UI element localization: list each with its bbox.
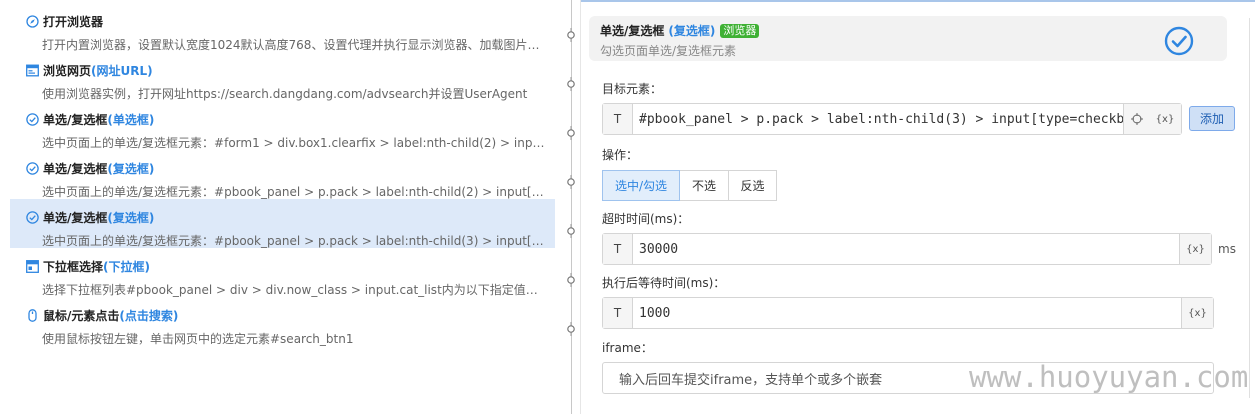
timeout-field[interactable]: T 30000 {x} bbox=[602, 233, 1212, 265]
browser-badge: 浏览器 bbox=[720, 23, 760, 38]
flow-node-icon[interactable] bbox=[566, 125, 576, 140]
text-type-toggle[interactable]: T bbox=[603, 298, 633, 328]
step-item-description: 选择下拉框列表#pbook_panel > div > div.now_clas… bbox=[42, 283, 546, 297]
step-item-tag: (单选框) bbox=[107, 112, 155, 127]
step-item-header: 下拉框选择 (下拉框) bbox=[26, 257, 555, 275]
step-item-header: 打开浏览器 bbox=[26, 12, 555, 30]
check-circle-icon bbox=[1164, 26, 1194, 56]
panel-top-border bbox=[581, 0, 1255, 2]
step-item[interactable]: 打开浏览器打开内置浏览器，设置默认宽度1024默认高度768、设置代理并执行显示… bbox=[10, 3, 555, 52]
step-item[interactable]: 单选/复选框 (单选框) 选中页面上的单选/复选框元素：#form1 > div.b… bbox=[10, 101, 555, 150]
watermark-text: www.huoyuyan.com bbox=[969, 360, 1249, 394]
flow-node-icon[interactable] bbox=[566, 321, 576, 336]
step-item-title: 单选/复选框 bbox=[43, 112, 108, 127]
target-element-label: 目标元素： bbox=[602, 82, 663, 96]
wait-input[interactable]: 1000 bbox=[633, 306, 1181, 321]
step-item[interactable]: 单选/复选框 (复选框) 选中页面上的单选/复选框元素：#pbook_panel >… bbox=[10, 150, 555, 199]
variable-button[interactable]: {x} bbox=[1179, 234, 1211, 264]
op-uncheck-button[interactable]: 不选 bbox=[679, 170, 729, 201]
add-button[interactable]: 添加 bbox=[1189, 106, 1235, 131]
step-item-title: 单选/复选框 bbox=[43, 210, 108, 225]
target-element-input[interactable]: #pbook_panel > p.pack > label:nth-child(… bbox=[633, 112, 1123, 127]
step-item[interactable]: 浏览网页 (网址URL) 使用浏览器实例，打开网址https://search.da… bbox=[10, 52, 555, 101]
flow-node-icon[interactable] bbox=[566, 272, 576, 287]
step-item-description: 使用鼠标按钮左键，单击网页中的选定元素#search_btn1 bbox=[42, 332, 354, 346]
target-element-field[interactable]: T #pbook_panel > p.pack > label:nth-chil… bbox=[602, 103, 1182, 135]
browser-window-icon bbox=[26, 64, 39, 77]
compass-icon bbox=[26, 14, 39, 28]
crosshair-picker-icon[interactable] bbox=[1123, 104, 1149, 134]
operation-segmented-control: 选中/勾选 不选 反选 bbox=[602, 170, 777, 201]
op-check-button[interactable]: 选中/勾选 bbox=[602, 170, 680, 201]
properties-panel: 单选/复选框 (复选框) 浏览器 勾选页面单选/复选框元素 目标元素： T #p… bbox=[580, 0, 1255, 414]
operation-label: 操作： bbox=[602, 148, 639, 162]
check-circle-icon bbox=[26, 161, 39, 175]
step-item-tag: (下拉框) bbox=[103, 259, 150, 274]
step-item-title: 鼠标/元素点击 bbox=[43, 308, 120, 323]
mouse-icon bbox=[26, 308, 39, 322]
step-item-description: 选中页面上的单选/复选框元素：#pbook_panel > p.pack > l… bbox=[42, 185, 546, 199]
variable-button[interactable]: {x} bbox=[1181, 298, 1213, 328]
timeout-unit: ms bbox=[1218, 242, 1236, 256]
step-item-header: 鼠标/元素点击 (点击搜索) bbox=[26, 306, 555, 324]
step-item[interactable]: 下拉框选择 (下拉框) 选择下拉框列表#pbook_panel > div > di… bbox=[10, 248, 555, 297]
timeout-input[interactable]: 30000 bbox=[633, 242, 1179, 257]
step-item-description: 使用浏览器实例，打开网址https://search.dangdang.com/… bbox=[42, 87, 528, 101]
text-type-toggle[interactable]: T bbox=[603, 234, 633, 264]
flow-connector-line bbox=[571, 0, 572, 414]
step-item-tag: (网址URL) bbox=[91, 63, 153, 78]
text-type-toggle[interactable]: T bbox=[603, 104, 633, 134]
step-item-header: 浏览网页 (网址URL) bbox=[26, 61, 555, 79]
step-item-description: 选中页面上的单选/复选框元素：#form1 > div.box1.clearfi… bbox=[42, 136, 546, 150]
check-circle-icon bbox=[26, 112, 39, 126]
step-item[interactable]: 单选/复选框 (复选框) 选中页面上的单选/复选框元素：#pbook_panel >… bbox=[10, 199, 555, 248]
step-item-description: 选中页面上的单选/复选框元素：#pbook_panel > p.pack > l… bbox=[42, 234, 546, 248]
step-item-tag: (点击搜索) bbox=[119, 308, 179, 323]
step-item-title: 下拉框选择 bbox=[43, 259, 104, 274]
iframe-label: iframe： bbox=[602, 341, 653, 355]
op-toggle-button[interactable]: 反选 bbox=[728, 170, 777, 201]
timeout-label: 超时时间(ms)： bbox=[602, 212, 690, 226]
step-item-tag: (复选框) bbox=[107, 161, 155, 176]
step-header-tag: (复选框) bbox=[668, 24, 716, 38]
check-circle-icon bbox=[26, 210, 39, 224]
dropdown-icon bbox=[26, 259, 39, 273]
panel-scroll-edge bbox=[1249, 18, 1250, 398]
step-item-header: 单选/复选框 (复选框) bbox=[26, 208, 555, 226]
step-item-title: 浏览网页 bbox=[43, 63, 92, 78]
step-item-header: 单选/复选框 (单选框) bbox=[26, 110, 555, 128]
step-item-title: 打开浏览器 bbox=[43, 14, 104, 29]
step-header-subtitle: 勾选页面单选/复选框元素 bbox=[600, 44, 737, 58]
step-item-description: 打开内置浏览器，设置默认宽度1024默认高度768、设置代理并执行显示浏览器、加… bbox=[42, 38, 546, 52]
flow-node-icon[interactable] bbox=[566, 27, 576, 42]
step-item-header: 单选/复选框 (复选框) bbox=[26, 159, 555, 177]
flow-node-icon[interactable] bbox=[566, 174, 576, 189]
step-list: 打开浏览器打开内置浏览器，设置默认宽度1024默认高度768、设置代理并执行显示… bbox=[0, 0, 580, 414]
step-item[interactable]: 鼠标/元素点击 (点击搜索) 使用鼠标按钮左键，单击网页中的选定元素#search_… bbox=[10, 297, 555, 346]
variable-button[interactable]: {x} bbox=[1149, 104, 1181, 134]
wait-field[interactable]: T 1000 {x} bbox=[602, 297, 1214, 329]
flow-node-icon[interactable] bbox=[566, 223, 576, 238]
wait-label: 执行后等待时间(ms)： bbox=[602, 276, 726, 290]
step-header-title: 单选/复选框 bbox=[600, 24, 665, 38]
flow-node-icon[interactable] bbox=[566, 76, 576, 91]
step-header: 单选/复选框 (复选框) 浏览器 勾选页面单选/复选框元素 bbox=[589, 16, 1227, 61]
step-item-tag: (复选框) bbox=[107, 210, 155, 225]
step-item-title: 单选/复选框 bbox=[43, 161, 108, 176]
